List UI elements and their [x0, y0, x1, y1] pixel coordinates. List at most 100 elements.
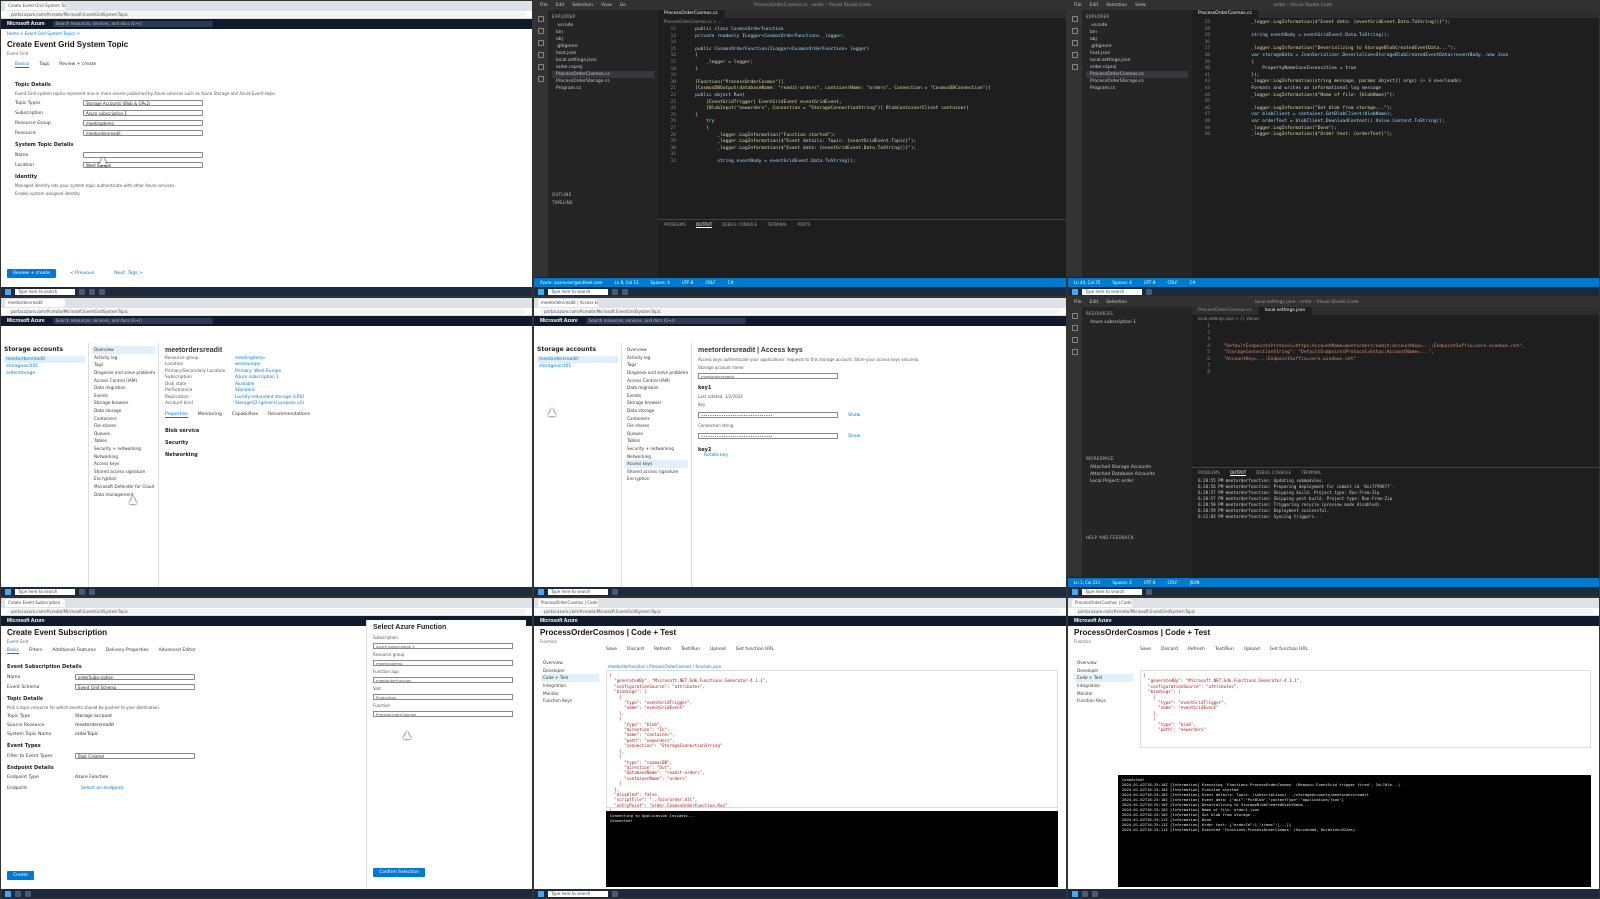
menu-item[interactable]: Access Control (IAM): [92, 376, 155, 384]
windows-start-icon[interactable]: [538, 288, 544, 295]
url-input[interactable]: portal.azure.com/#create/Microsoft.Event…: [7, 309, 526, 314]
menu-item[interactable]: Shared access signature: [625, 468, 688, 476]
essential-value[interactable]: Available: [235, 382, 254, 387]
app-icon[interactable]: [15, 890, 21, 897]
identity-toggle-label[interactable]: Enable system assigned identity: [15, 191, 518, 196]
select-endpoint-link[interactable]: Select an endpoint: [75, 784, 129, 793]
tab-output[interactable]: OUTPUT: [695, 222, 713, 228]
status-item[interactable]: Ln 8, Col 13: [615, 280, 639, 285]
app-icon[interactable]: [622, 288, 628, 295]
tab-ports[interactable]: PORTS: [798, 222, 811, 228]
windows-start-icon[interactable]: [1072, 588, 1078, 595]
file-item-selected[interactable]: ProcessOrderCosmos.cs: [1086, 71, 1188, 78]
tab-tags[interactable]: Tags: [39, 62, 49, 68]
menu-item[interactable]: Access keys: [625, 459, 688, 468]
menu-item[interactable]: File shares: [92, 422, 155, 430]
taskbar-search[interactable]: Type here to search: [15, 588, 75, 595]
discard-button[interactable]: Discard: [627, 647, 644, 652]
workspace-item[interactable]: Attached Database Accounts: [1086, 471, 1188, 478]
list-item[interactable]: storageacct01: [537, 363, 618, 370]
status-item[interactable]: C#: [728, 280, 734, 285]
file-item[interactable]: .vscode: [552, 22, 654, 29]
tab-advanced-editor[interactable]: Advanced Editor: [159, 648, 196, 654]
next-button[interactable]: Next: Tags >: [108, 269, 149, 278]
tab-basics[interactable]: Basics: [15, 62, 30, 68]
menu-edit[interactable]: Edit: [1090, 3, 1099, 8]
upload-button[interactable]: Upload: [1244, 647, 1260, 652]
menu-item[interactable]: Storage browser: [625, 399, 688, 407]
browser-tab[interactable]: meetordersreadit: [5, 299, 65, 307]
file-item[interactable]: obj: [552, 36, 654, 43]
essential-value[interactable]: Locally-redundant storage (LRS): [235, 395, 304, 400]
browser-tab[interactable]: Create Event Grid System Topic: [5, 2, 65, 10]
explorer-icon[interactable]: [1072, 313, 1078, 319]
workspace-item[interactable]: Attached Storage Accounts: [1086, 464, 1188, 471]
windows-start-icon[interactable]: [5, 588, 11, 595]
resource-group-select[interactable]: meetingdemo: [83, 120, 203, 126]
tab-debug-console[interactable]: DEBUG CONSOLE: [722, 222, 757, 228]
search-icon[interactable]: [538, 28, 544, 34]
status-item[interactable]: C#: [1190, 280, 1196, 285]
endpoint-type-value[interactable]: Azure Function: [75, 775, 108, 780]
menu-item[interactable]: Overview: [541, 659, 599, 667]
tab-capabilities[interactable]: Capabilities: [232, 412, 258, 418]
menu-item[interactable]: Developer: [1075, 667, 1133, 675]
function-app-select[interactable]: meetorderfunction: [373, 677, 513, 683]
save-button[interactable]: Save: [1140, 647, 1151, 652]
app-icon[interactable]: [612, 890, 618, 897]
code-editor[interactable]: ProcessOrderCosmos.cs local.settings.jso…: [1192, 307, 1599, 577]
menu-item[interactable]: Shared access signature: [92, 468, 155, 476]
code-editor[interactable]: ProcessOrderCosmos.cs ProcessOrderCosmos…: [658, 10, 1066, 277]
azure-brand[interactable]: Microsoft Azure: [7, 21, 45, 27]
function-select[interactable]: ProcessOrderCosmos: [373, 711, 513, 717]
file-item[interactable]: ProcessOrderStorage.cs: [552, 78, 654, 85]
menu-item[interactable]: Microsoft Defender for Cloud: [92, 483, 155, 491]
azure-search-input[interactable]: Search resources, services, and docs (G+…: [52, 318, 213, 324]
menu-item[interactable]: Code + Test: [541, 674, 599, 682]
menu-item[interactable]: Queues: [92, 430, 155, 438]
connection-string-field[interactable]: ••••••••••••••••••••••••••••••••: [698, 433, 838, 439]
list-item[interactable]: meetordersreadit: [4, 356, 85, 363]
source-control-icon[interactable]: [1072, 40, 1078, 46]
tab-filters[interactable]: Filters: [29, 648, 43, 654]
azure-search-input[interactable]: Search resources, services, and docs (G+…: [585, 318, 746, 324]
app-icon[interactable]: [1146, 588, 1152, 595]
explorer-icon[interactable]: [1072, 16, 1078, 22]
run-debug-icon[interactable]: [538, 52, 544, 58]
subscription-select[interactable]: Azure subscription 1: [83, 110, 203, 116]
status-item[interactable]: JSON: [1190, 580, 1200, 585]
menu-item[interactable]: File shares: [625, 422, 688, 430]
file-item[interactable]: ProcessOrderStorage.cs: [1086, 78, 1188, 85]
windows-start-icon[interactable]: [1072, 288, 1078, 295]
menu-item[interactable]: Tags: [625, 361, 688, 369]
menu-item[interactable]: Storage browser: [92, 399, 155, 407]
editor-tab[interactable]: ProcessOrderCosmos.cs: [1192, 307, 1259, 315]
status-item[interactable]: UTF-8: [1144, 280, 1156, 285]
source-control-icon[interactable]: [538, 40, 544, 46]
menu-item[interactable]: Developer: [541, 667, 599, 675]
menu-item[interactable]: Overview: [1075, 659, 1133, 667]
create-button[interactable]: Create: [7, 871, 34, 880]
file-item[interactable]: Program.cs: [1086, 85, 1188, 92]
essential-value[interactable]: meetingdemo: [235, 356, 265, 361]
browser-tab[interactable]: ProcessOrderCosmos | Code + Test: [538, 599, 598, 607]
url-input[interactable]: portal.azure.com/#create/Microsoft.Event…: [540, 309, 1060, 314]
file-item[interactable]: Program.cs: [552, 85, 654, 92]
json-editor[interactable]: { "generatedBy": "Microsoft.NET.Sdk.Func…: [1140, 670, 1591, 748]
azure-brand[interactable]: Microsoft Azure: [7, 318, 45, 324]
tab-properties[interactable]: Properties: [165, 412, 188, 418]
get-url-button[interactable]: Get function URL: [736, 647, 774, 652]
url-input[interactable]: portal.azure.com/#create/Microsoft.Event…: [7, 609, 526, 614]
essential-value[interactable]: StorageV2 (general purpose v2): [235, 401, 304, 406]
status-item[interactable]: CRLF: [1168, 280, 1178, 285]
azure-icon[interactable]: [538, 76, 544, 82]
discard-button[interactable]: Discard: [1161, 647, 1178, 652]
menu-item[interactable]: Containers: [92, 414, 155, 422]
show-button[interactable]: Show: [842, 432, 866, 441]
menu-item[interactable]: Tables: [92, 437, 155, 445]
rotate-key-button[interactable]: Rotate key: [698, 451, 734, 460]
app-icon[interactable]: [79, 288, 85, 295]
menu-edit[interactable]: Edit: [556, 3, 565, 8]
upload-button[interactable]: Upload: [710, 647, 726, 652]
status-item[interactable]: Spaces: 4: [1112, 280, 1131, 285]
